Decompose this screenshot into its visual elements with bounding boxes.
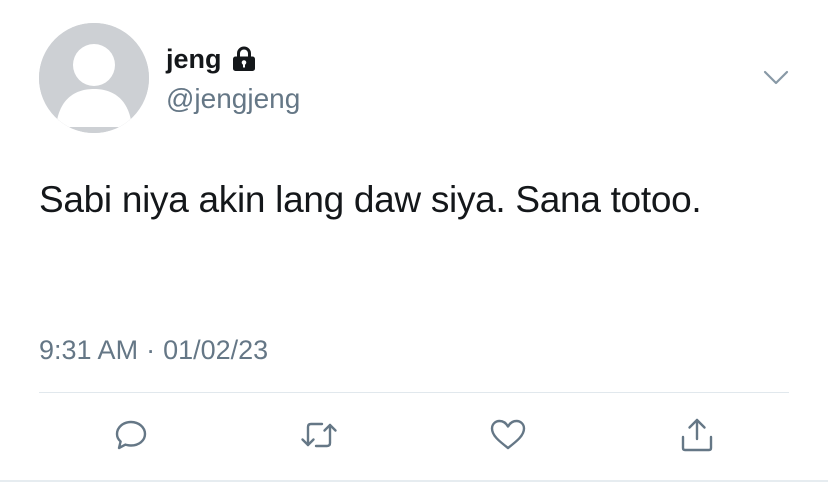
reply-button[interactable] bbox=[109, 413, 153, 457]
chevron-down-icon[interactable] bbox=[762, 66, 790, 90]
avatar[interactable] bbox=[39, 23, 149, 133]
share-icon bbox=[681, 418, 713, 452]
tweet-date: 01/02/23 bbox=[163, 335, 269, 365]
tweet-time: 9:31 AM bbox=[39, 335, 139, 365]
author-name-row: jeng bbox=[166, 42, 258, 76]
retweet-button[interactable] bbox=[297, 413, 341, 457]
divider bbox=[39, 392, 789, 393]
heart-icon bbox=[490, 419, 526, 450]
retweet-icon bbox=[301, 422, 337, 448]
user-handle[interactable]: @jengjeng bbox=[166, 82, 300, 116]
action-bar bbox=[0, 413, 828, 459]
tweet-timestamp[interactable]: 9:31 AM · 01/02/23 bbox=[39, 333, 268, 367]
timestamp-separator: · bbox=[146, 335, 156, 365]
lock-icon bbox=[230, 45, 258, 73]
like-button[interactable] bbox=[486, 413, 530, 457]
tweet-text: Sabi niya akin lang daw siya. Sana totoo… bbox=[39, 179, 702, 220]
share-button[interactable] bbox=[675, 413, 719, 457]
display-name[interactable]: jeng bbox=[166, 42, 222, 76]
default-avatar-icon bbox=[39, 23, 149, 133]
tweet-card: jeng @jengjeng Sabi niya akin lang daw s… bbox=[0, 0, 828, 482]
reply-icon bbox=[115, 420, 147, 450]
